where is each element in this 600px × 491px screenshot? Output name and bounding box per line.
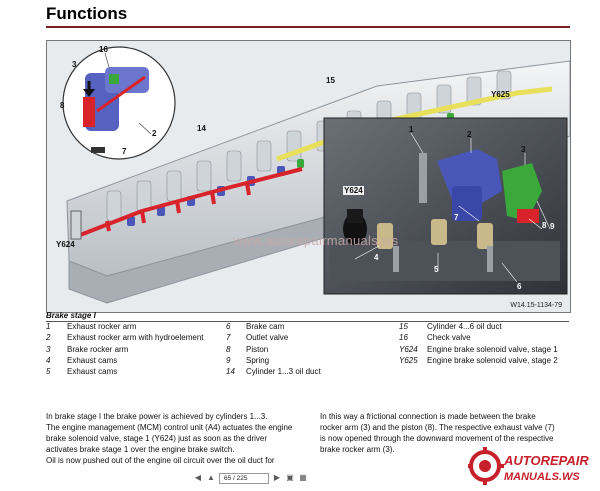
- logo-line-1: AUTOREPAIR: [503, 453, 589, 468]
- legend-label: Engine brake solenoid valve, stage 2: [427, 355, 558, 365]
- page-number-input[interactable]: 65 / 225: [219, 472, 269, 484]
- up-icon[interactable]: ▲: [206, 473, 216, 483]
- legend-number: 2: [46, 333, 51, 343]
- callout-14: 14: [197, 124, 206, 133]
- valve-tip: [91, 147, 105, 153]
- legend-item: 16 Check valve: [399, 332, 570, 343]
- watermark: www.autorepairmanuals.ws: [233, 233, 399, 248]
- callout-detail-1: 1: [409, 125, 414, 134]
- legend-title: Brake stage I: [46, 311, 96, 320]
- callout-15: 15: [326, 76, 335, 85]
- logo-line-2: MANUALS.WS: [504, 471, 580, 483]
- legend-label: Piston: [246, 344, 269, 354]
- legend-label: Exhaust cams: [67, 355, 118, 365]
- legend-number: 14: [226, 367, 235, 377]
- legend-number: Y624: [399, 344, 418, 354]
- fit-page-icon[interactable]: ▣: [285, 473, 295, 483]
- body-text-left: In brake stage I the brake power is achi…: [46, 411, 298, 466]
- valve-green: [109, 74, 119, 84]
- fullscreen-icon[interactable]: ▦: [298, 473, 308, 483]
- legend-item: 6 Brake cam: [226, 321, 376, 332]
- legend-column-1: 1 Exhaust rocker arm 2 Exhaust rocker arm …: [46, 321, 216, 377]
- callout-2: 2: [152, 129, 157, 138]
- legend-number: 4: [46, 355, 51, 365]
- legend-number: Y625: [399, 355, 418, 365]
- callout-detail-8: 8: [542, 221, 547, 230]
- callout-16: 16: [99, 45, 108, 54]
- callout-8: 8: [60, 101, 65, 110]
- legend-item: 5 Exhaust cams: [46, 366, 216, 377]
- callout-detail-7: 7: [454, 213, 459, 222]
- callout-3: 3: [72, 60, 77, 69]
- legend-item: Y625 Engine brake solenoid valve, stage 2: [399, 355, 570, 366]
- engine-brake-figure: 16 3 8 2 7 14 15 Y625 Y624 1 2 3 Y624 7 …: [46, 40, 571, 313]
- legend-item: 14 Cylinder 1...3 oil duct: [226, 366, 376, 377]
- legend-label: Engine brake solenoid valve, stage 1: [427, 344, 558, 354]
- callout-detail-9: 9: [550, 222, 555, 231]
- cylinder-head-illustration: [62, 46, 570, 304]
- legend-item: 3 Brake rocker arm: [46, 344, 216, 355]
- legend-label: Cylinder 1...3 oil duct: [246, 367, 321, 377]
- legend-label: Exhaust rocker arm: [67, 322, 137, 331]
- legend-number: 5: [46, 367, 51, 377]
- legend-label: Check valve: [427, 333, 471, 343]
- piston-detail: [517, 209, 539, 223]
- legend-item: 15 Cylinder 4...6 oil duct: [399, 321, 570, 332]
- paragraph: The engine management (MCM) control unit…: [46, 423, 293, 454]
- legend-number: 15: [399, 322, 408, 331]
- legend-item: 4 Exhaust cams: [46, 355, 216, 366]
- legend-item: Y624 Engine brake solenoid valve, stage 1: [399, 344, 570, 355]
- legend-number: 7: [226, 333, 231, 343]
- legend-number: 16: [399, 333, 408, 343]
- callout-y624-main: Y624: [56, 240, 75, 249]
- piston-red: [83, 97, 95, 127]
- callout-detail-4: 4: [374, 253, 379, 262]
- previous-page-icon[interactable]: ◀: [193, 473, 203, 483]
- paragraph: Oil is now pushed out of the engine oil …: [46, 456, 275, 465]
- legend-label: Brake cam: [246, 322, 285, 331]
- legend-item: 1 Exhaust rocker arm: [46, 321, 216, 332]
- callout-detail-3: 3: [521, 145, 526, 154]
- legend-number: 1: [46, 322, 51, 331]
- autorepair-manuals-logo: AUTOREPAIR MANUALS.WS: [466, 446, 598, 486]
- legend-number: 8: [226, 344, 231, 354]
- legend-label: Spring: [246, 355, 270, 365]
- legend-item: 8 Piston: [226, 344, 376, 355]
- page-title: Functions: [46, 4, 128, 23]
- legend-label: Exhaust cams: [67, 367, 118, 377]
- legend-label: Brake rocker arm: [67, 344, 129, 354]
- callout-detail-2: 2: [467, 130, 472, 139]
- legend-number: 6: [226, 322, 231, 331]
- legend-column-2: 6 Brake cam 7 Outlet valve 8 Piston 9 Spring…: [226, 321, 376, 377]
- legend-label: Outlet valve: [246, 333, 289, 343]
- callout-7: 7: [122, 147, 127, 156]
- legend-item: 9 Spring: [226, 355, 376, 366]
- legend-column-3: 15 Cylinder 4...6 oil duct 16 Check valve …: [399, 321, 570, 366]
- push-rod: [419, 153, 427, 203]
- paragraph: In brake stage I the brake power is achi…: [46, 412, 268, 421]
- callout-y625: Y625: [491, 90, 510, 99]
- callout-detail-5: 5: [434, 265, 439, 274]
- legend-item: 2 Exhaust rocker arm with hydroelement: [46, 332, 216, 343]
- legend-label: Exhaust rocker arm with hydroelement: [67, 333, 204, 343]
- pdf-navigation-toolbar: ◀ ▲ 65 / 225 ▶ ▣ ▦: [193, 472, 308, 484]
- legend-label: Cylinder 4...6 oil duct: [427, 322, 502, 331]
- y624-solenoid: [70, 210, 82, 240]
- next-page-icon[interactable]: ▶: [272, 473, 282, 483]
- title-rule: [46, 26, 570, 28]
- legend-number: 9: [226, 355, 231, 365]
- legend-item: 7 Outlet valve: [226, 332, 376, 343]
- figure-code: W14.15-1134-79: [510, 302, 562, 309]
- callout-y624-detail: Y624: [343, 186, 364, 195]
- callout-detail-6: 6: [517, 282, 522, 291]
- logo-gear-icon: AUTOREPAIR MANUALS.WS: [466, 447, 589, 485]
- legend-number: 3: [46, 344, 51, 354]
